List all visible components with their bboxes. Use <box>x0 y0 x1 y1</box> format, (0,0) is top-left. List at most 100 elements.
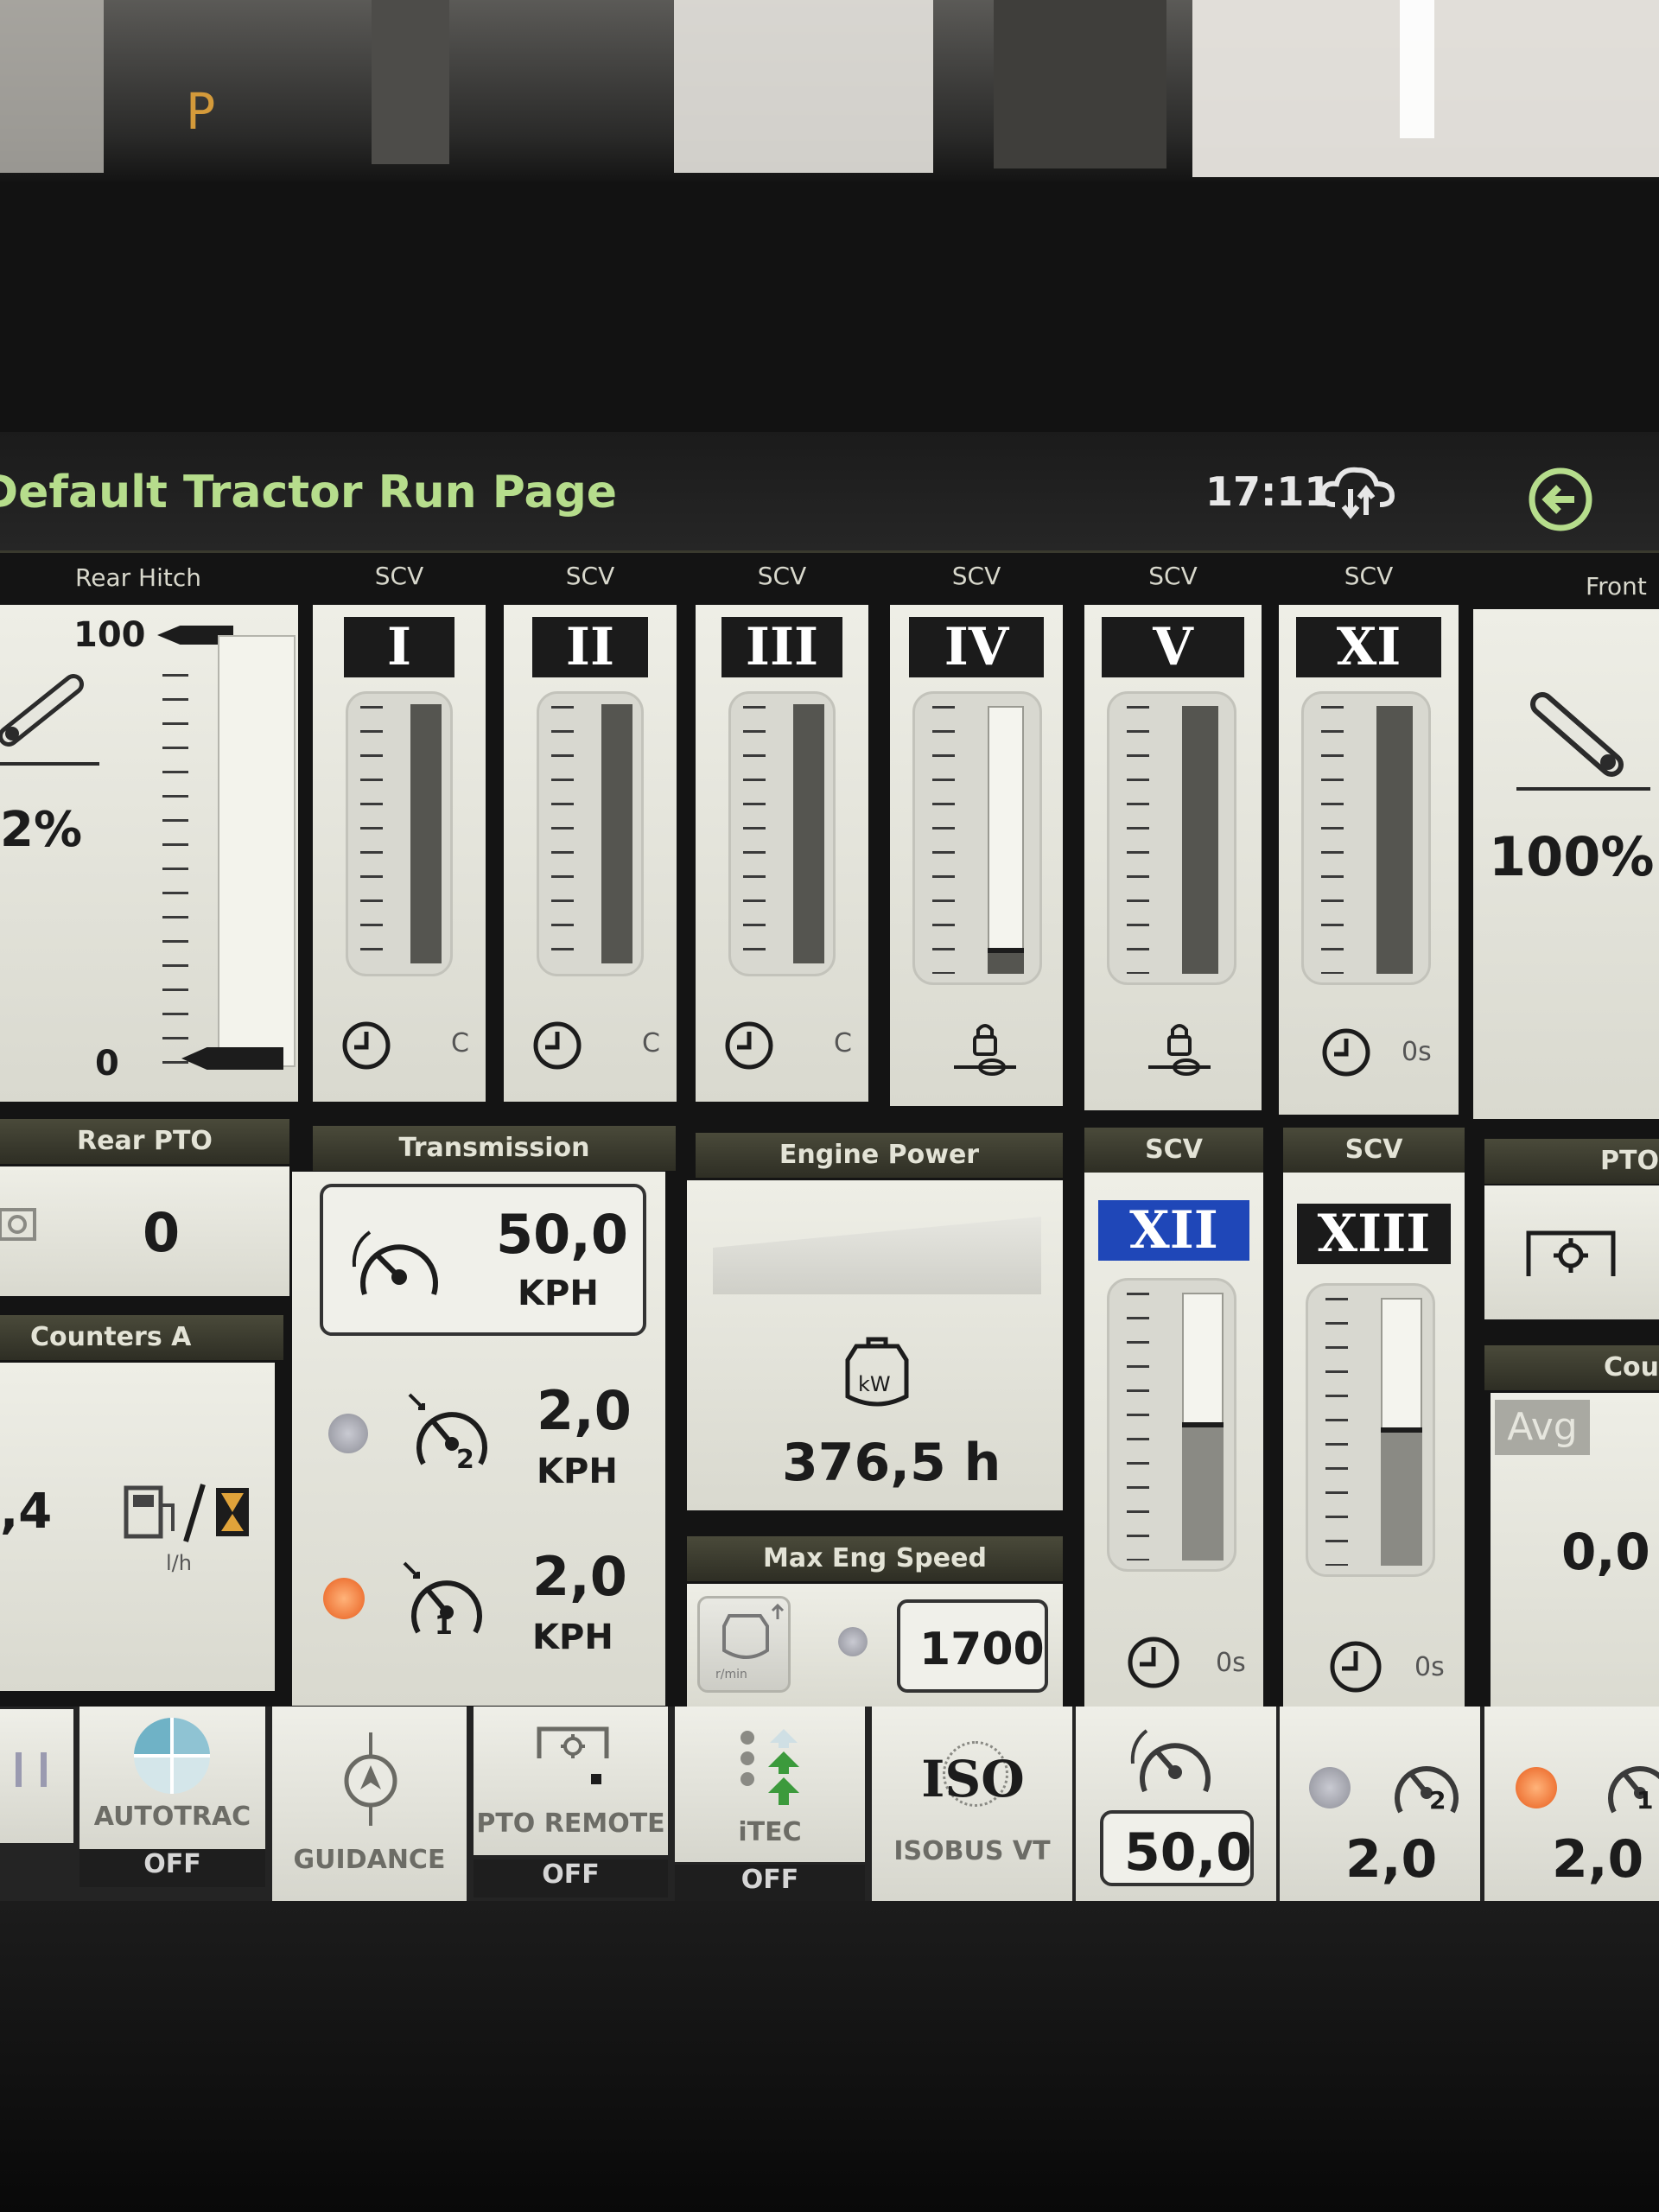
preset-2-value: 2,0 <box>537 1379 632 1442</box>
preset-1-indicator <box>1516 1767 1557 1808</box>
autotrac-label: AUTOTRAC <box>93 1802 251 1832</box>
lock-icon <box>950 1020 1020 1080</box>
preset-2-speed-icon <box>1383 1741 1470 1827</box>
transmission-tile[interactable]: 50,0 KPH 2 2,0 KPH 1 2,0 KPH <box>292 1172 665 1706</box>
preset-2-unit: KPH <box>537 1452 618 1491</box>
scv-tile-XI[interactable]: SCV XI 0s <box>1279 553 1459 1119</box>
cloud-sync-icon[interactable] <box>1318 460 1397 520</box>
engine-hours: 376,5 h <box>782 1433 1001 1493</box>
scv-mode: 0s <box>1414 1652 1445 1682</box>
back-arrow-icon[interactable] <box>1528 467 1593 532</box>
scv-mode: 0s <box>1402 1037 1432 1067</box>
scv-flow-gauge <box>912 691 1042 985</box>
scv-label: SCV <box>565 562 615 590</box>
max-eng-speed-value: 1700 <box>919 1624 1045 1675</box>
isobus-vt-button[interactable]: ISO ISOBUS VT <box>872 1707 1072 1905</box>
preset-1-value: 2,0 <box>532 1545 627 1608</box>
scv-tile-III[interactable]: SCV III C <box>696 553 868 1106</box>
engine-power-tile[interactable]: kW 376,5 h <box>687 1180 1063 1510</box>
counters-a-tile[interactable]: ,4 l/h <box>0 1363 275 1691</box>
speedometer-icon <box>1128 1724 1223 1802</box>
autotrac-button[interactable]: AUTOTRAC <box>79 1707 265 1853</box>
preset-2-shortcut[interactable]: 2 2,0 <box>1280 1707 1480 1907</box>
shortcut-partial[interactable] <box>0 1709 73 1843</box>
preset-2-indicator <box>1309 1767 1351 1808</box>
pto-icon <box>0 1201 43 1253</box>
hitch-position-bar <box>218 635 296 1067</box>
rear-hitch-label: Rear Hitch <box>75 563 201 592</box>
itec-icon <box>734 1726 811 1812</box>
rear-pto-tile[interactable]: 0 <box>0 1166 289 1296</box>
rear-pto-header: Rear PTO <box>0 1119 289 1164</box>
scv-number: XII <box>1098 1200 1249 1261</box>
ground-speed-value: 50,0 <box>496 1203 628 1266</box>
max-speed-indicator <box>838 1627 868 1656</box>
speedometer-icon <box>347 1224 451 1310</box>
autotrac-icon <box>131 1715 213 1797</box>
pto-settings-icon <box>1523 1224 1618 1285</box>
preset-1-unit: KPH <box>532 1618 613 1657</box>
fuel-rate-value: ,4 <box>0 1484 53 1540</box>
speed-shortcut[interactable]: 50,0 <box>1076 1707 1276 1907</box>
guidance-icon <box>340 1732 402 1827</box>
preset-1-shortcut-value: 2,0 <box>1552 1829 1644 1890</box>
scv-flow-gauge <box>1107 691 1236 985</box>
scv-flow-gauge <box>537 691 644 976</box>
isobus-vt-label: ISOBUS VT <box>893 1836 1051 1866</box>
clock-icon <box>1320 1027 1372 1078</box>
scv-mode: C <box>642 1028 660 1058</box>
scv-tile-XII[interactable]: SCV XII 0s <box>1084 1128 1263 1726</box>
scv-label: SCV <box>951 562 1001 590</box>
iso-logo: ISO <box>917 1741 1029 1810</box>
guidance-button[interactable]: GUIDANCE <box>272 1707 467 1901</box>
preset-2-indicator <box>328 1414 368 1453</box>
preset-1-shortcut[interactable]: 1 2,0 <box>1484 1707 1659 1907</box>
scv-flow-gauge <box>728 691 836 976</box>
preset-2-badge: 2 <box>1429 1786 1446 1815</box>
scv-number: I <box>344 617 454 677</box>
ground-speed-box[interactable]: 50,0 KPH <box>320 1184 646 1336</box>
kw-label: kW <box>858 1372 891 1396</box>
max-eng-speed-tile[interactable]: r/min 1700 <box>687 1584 1063 1713</box>
engine-power-bar <box>713 1217 1041 1294</box>
counters-value: 0,0 <box>1561 1522 1650 1581</box>
clock-icon <box>531 1020 583 1071</box>
max-eng-speed-header: Max Eng Speed <box>687 1536 1063 1581</box>
transmission-header: Transmission <box>313 1126 676 1171</box>
itec-button[interactable]: iTEC <box>675 1707 865 1862</box>
pto-tile[interactable] <box>1484 1185 1659 1319</box>
pto-remote-label: PTO REMOTE <box>476 1808 665 1839</box>
front-hitch-tile[interactable]: 100% <box>1473 609 1659 1119</box>
speed-shortcut-value: 50,0 <box>1124 1822 1253 1883</box>
counters-tile[interactable]: Avg 0,0 <box>1491 1393 1659 1734</box>
scv-tile-I[interactable]: SCV I C <box>313 553 486 1106</box>
display-bezel-bottom <box>0 1901 1659 2212</box>
rear-hitch-icon <box>0 667 104 771</box>
scv-mode: 0s <box>1216 1648 1246 1678</box>
preset-1-badge: 1 <box>435 1611 453 1641</box>
clock-icon <box>1126 1635 1181 1690</box>
scv-label: SCV <box>1148 562 1198 590</box>
preset-1-badge: 1 <box>1637 1786 1654 1815</box>
hitch-current-marker <box>181 1047 283 1070</box>
scv-tile-II[interactable]: SCV II C <box>504 553 677 1106</box>
front-hitch-label: Front <box>1586 572 1647 601</box>
preset-1-indicator <box>323 1578 365 1619</box>
scv-number: XI <box>1296 617 1441 677</box>
engine-speed-icon[interactable]: r/min <box>697 1596 791 1693</box>
pto-remote-button[interactable]: PTO REMOTE <box>474 1707 668 1855</box>
preset-2-speed-icon[interactable] <box>404 1388 499 1483</box>
rear-pto-value: 0 <box>143 1201 181 1264</box>
max-eng-speed-field[interactable]: 1700 <box>897 1599 1048 1693</box>
pto-header: PTO <box>1484 1139 1659 1184</box>
scv-tile-XIII[interactable]: SCV XIII 0s <box>1283 1128 1465 1730</box>
engine-power-header: Engine Power <box>696 1133 1063 1178</box>
scv-tile-V[interactable]: SCV V <box>1084 553 1262 1115</box>
rear-hitch-tile[interactable]: 100 2% 0 <box>0 605 298 1102</box>
preset-2-badge: 2 <box>456 1445 474 1475</box>
preset-1-speed-icon <box>1597 1741 1659 1827</box>
scv-label: SCV <box>1283 1128 1465 1173</box>
scv-tile-IV[interactable]: SCV IV <box>890 553 1063 1110</box>
scv-label: SCV <box>1084 1128 1263 1173</box>
scv-label: SCV <box>1344 562 1394 590</box>
